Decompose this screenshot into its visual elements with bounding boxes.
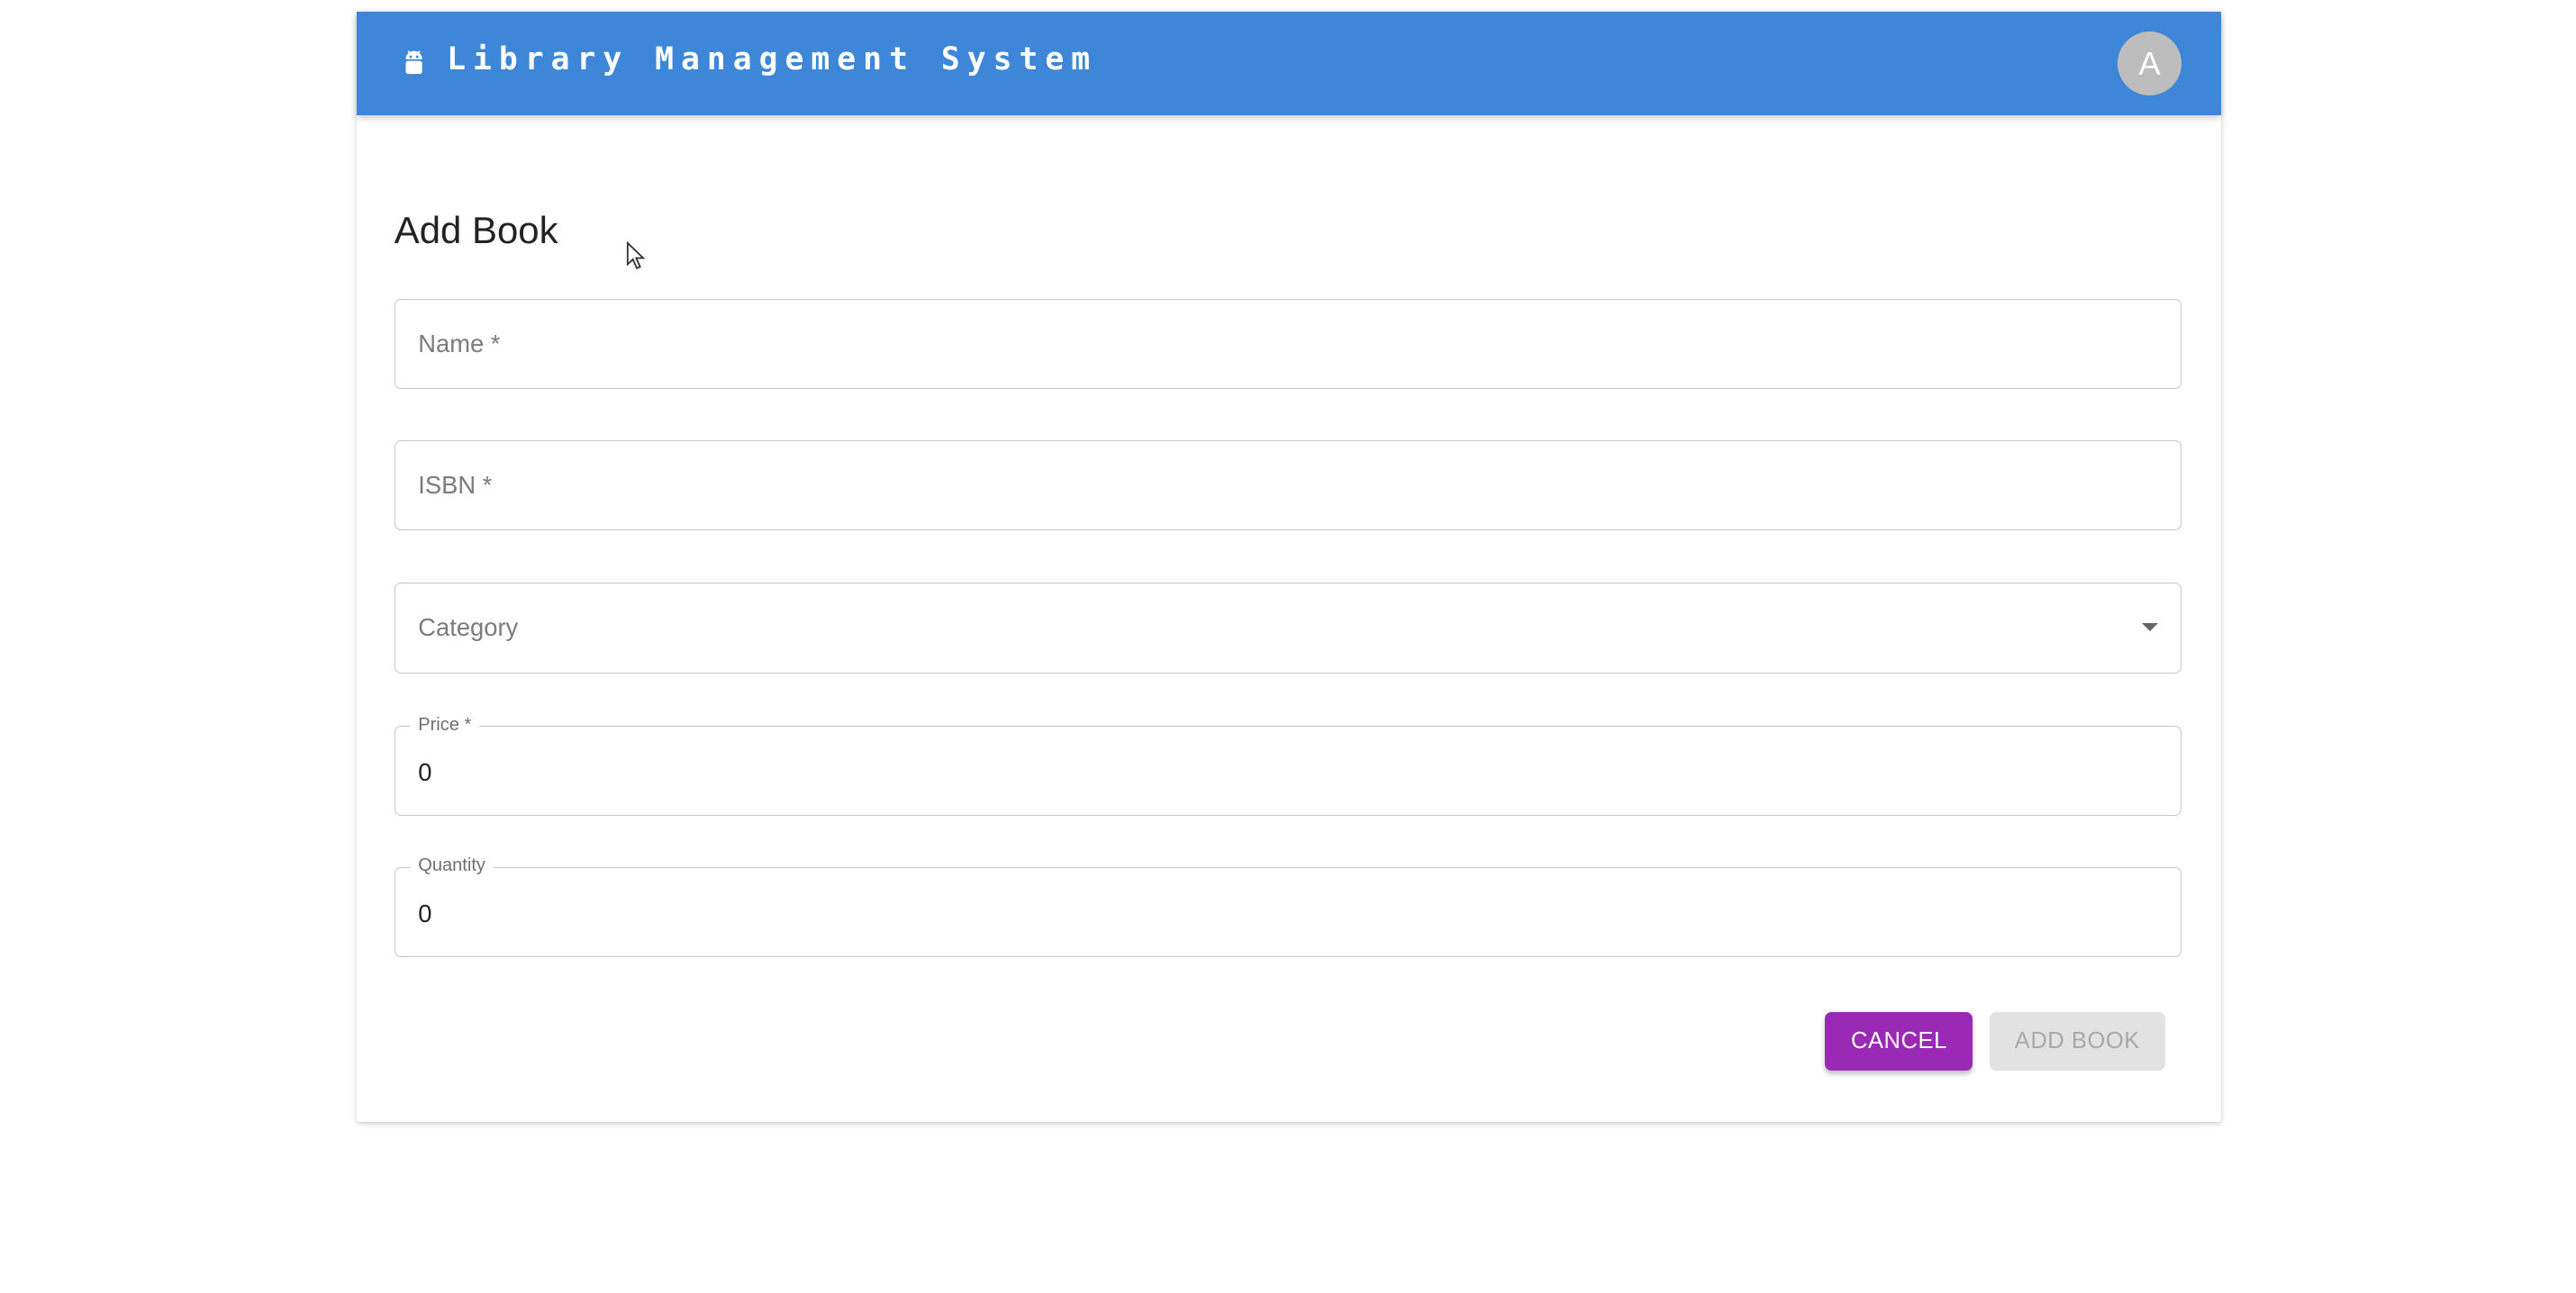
category-select[interactable]: Category xyxy=(394,583,2182,674)
screen: Library Management System A Add Book Nam… xyxy=(0,0,2576,1288)
caret-down-icon xyxy=(2141,623,2158,632)
isbn-placeholder: ISBN * xyxy=(418,470,493,499)
quantity-value: 0 xyxy=(418,899,432,927)
user-avatar[interactable]: A xyxy=(2118,31,2182,95)
price-value: 0 xyxy=(418,757,432,786)
quantity-label: Quantity xyxy=(410,854,494,878)
app-title: Library Management System xyxy=(447,41,1098,77)
category-placeholder: Category xyxy=(418,613,519,642)
isbn-field[interactable]: ISBN * xyxy=(394,439,2182,531)
cancel-button[interactable]: Cancel xyxy=(1825,1011,1973,1071)
mouse-pointer-icon xyxy=(626,241,646,270)
android-icon xyxy=(405,50,422,75)
name-field[interactable]: Name * xyxy=(394,298,2182,390)
quantity-field[interactable]: Quantity 0 xyxy=(394,854,2182,958)
price-field[interactable]: Price * 0 xyxy=(394,713,2182,817)
price-label: Price * xyxy=(410,713,480,737)
page-title: Add Book xyxy=(394,208,558,251)
app-bar: Library Management System A xyxy=(356,11,2221,115)
add-book-button[interactable]: Add Book xyxy=(1989,1011,2165,1071)
name-placeholder: Name * xyxy=(418,329,501,357)
